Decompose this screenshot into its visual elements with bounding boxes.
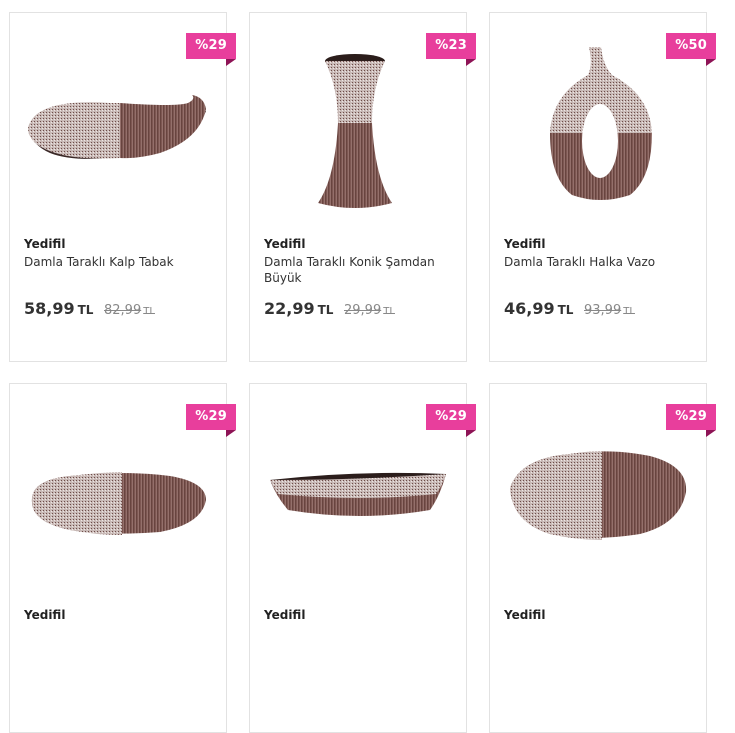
product-old-price: 29,99 TL xyxy=(344,303,395,318)
discount-badge: %23 xyxy=(426,33,476,66)
product-image[interactable]: %29 xyxy=(250,384,476,604)
price-value: 46,99 xyxy=(504,299,555,318)
price-currency: TL xyxy=(557,303,574,317)
product-card[interactable]: %29 Yedifil xyxy=(489,383,716,733)
product-brand: Yedifil xyxy=(24,608,66,622)
discount-badge: %29 xyxy=(426,404,476,437)
product-card[interactable]: %29 Yedifil xyxy=(249,383,476,733)
product-name[interactable]: Damla Taraklı Kalp Tabak xyxy=(24,254,209,270)
product-brand: Yedifil xyxy=(24,237,66,251)
product-image[interactable]: %50 xyxy=(490,13,716,233)
product-image[interactable]: %29 xyxy=(10,13,236,233)
product-card[interactable]: %29 Yedifil Damla Taraklı Kalp Tabak 58,… xyxy=(9,12,236,362)
old-price-value: 29,99 xyxy=(344,303,382,318)
old-price-value: 93,99 xyxy=(584,303,622,318)
product-price: 58,99 TL xyxy=(24,299,93,318)
discount-badge: %50 xyxy=(666,33,716,66)
old-price-value: 82,99 xyxy=(104,303,142,318)
price-currency: TL xyxy=(77,303,94,317)
product-image[interactable]: %29 xyxy=(10,384,236,604)
product-name[interactable]: Damla Taraklı Halka Vazo xyxy=(504,254,689,270)
discount-badge: %29 xyxy=(186,33,236,66)
product-brand: Yedifil xyxy=(264,237,306,251)
price-currency: TL xyxy=(317,303,334,317)
product-card[interactable]: %23 Yedifil Damla Taraklı Konik Şamdan B… xyxy=(249,12,476,362)
product-image[interactable]: %29 xyxy=(490,384,716,604)
product-brand: Yedifil xyxy=(264,608,306,622)
old-price-currency: TL xyxy=(143,306,155,317)
product-price: 46,99 TL xyxy=(504,299,573,318)
old-price-currency: TL xyxy=(383,306,395,317)
product-price: 22,99 TL xyxy=(264,299,333,318)
product-card[interactable]: %29 Yedifil xyxy=(9,383,236,733)
price-value: 22,99 xyxy=(264,299,315,318)
product-old-price: 93,99 TL xyxy=(584,303,635,318)
product-old-price: 82,99 TL xyxy=(104,303,155,318)
product-image[interactable]: %23 xyxy=(250,13,476,233)
price-value: 58,99 xyxy=(24,299,75,318)
product-name[interactable]: Damla Taraklı Konik Şamdan Büyük xyxy=(264,254,449,286)
product-brand: Yedifil xyxy=(504,608,546,622)
discount-badge: %29 xyxy=(666,404,716,437)
product-brand: Yedifil xyxy=(504,237,546,251)
old-price-currency: TL xyxy=(623,306,635,317)
discount-badge: %29 xyxy=(186,404,236,437)
product-card[interactable]: %50 Yedifil Damla Taraklı Halka Vazo 46,… xyxy=(489,12,716,362)
